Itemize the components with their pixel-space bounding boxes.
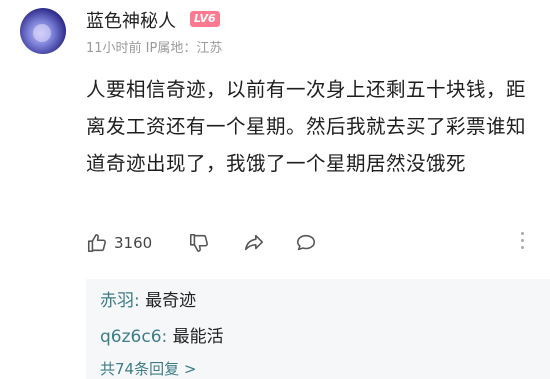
reply-bubble-icon — [296, 234, 316, 251]
thumb-down-icon — [189, 233, 208, 253]
reply-author[interactable]: 赤羽 — [100, 291, 134, 311]
dislike-button[interactable] — [188, 228, 210, 258]
comment-meta: 11小时前 IP属地：江苏 — [86, 41, 223, 56]
level-badge: LV6 — [190, 11, 220, 27]
comment-body: 人要相信奇迹，以前有一次身上还剩五十块钱，距离发工资还有一个星期。然后我就去买了… — [86, 78, 527, 175]
share-button[interactable] — [242, 228, 266, 258]
share-icon — [244, 234, 264, 251]
reply-item[interactable]: 赤羽: 最奇迹 — [100, 286, 196, 311]
like-count: 3160 — [114, 234, 153, 252]
reply-button[interactable] — [294, 228, 318, 258]
reply-text: 最奇迹 — [145, 291, 197, 311]
like-button[interactable]: 3160 — [86, 228, 152, 258]
avatar[interactable] — [20, 8, 66, 54]
avatar-face — [33, 24, 51, 42]
comment-actions: 3160 — [86, 228, 526, 258]
username[interactable]: 蓝色神秘人 — [86, 7, 176, 33]
view-all-replies-link[interactable]: 共74条回复 > — [100, 358, 196, 379]
reply-author[interactable]: q6z6c6 — [100, 327, 162, 347]
reply-item[interactable]: q6z6c6: 最能活 — [100, 322, 224, 347]
thumb-up-icon — [87, 233, 106, 253]
reply-preview[interactable]: 赤羽: 最奇迹 q6z6c6: 最能活 共74条回复 > — [86, 279, 550, 379]
reply-text: 最能活 — [172, 327, 224, 347]
more-vertical-icon[interactable] — [520, 232, 526, 254]
